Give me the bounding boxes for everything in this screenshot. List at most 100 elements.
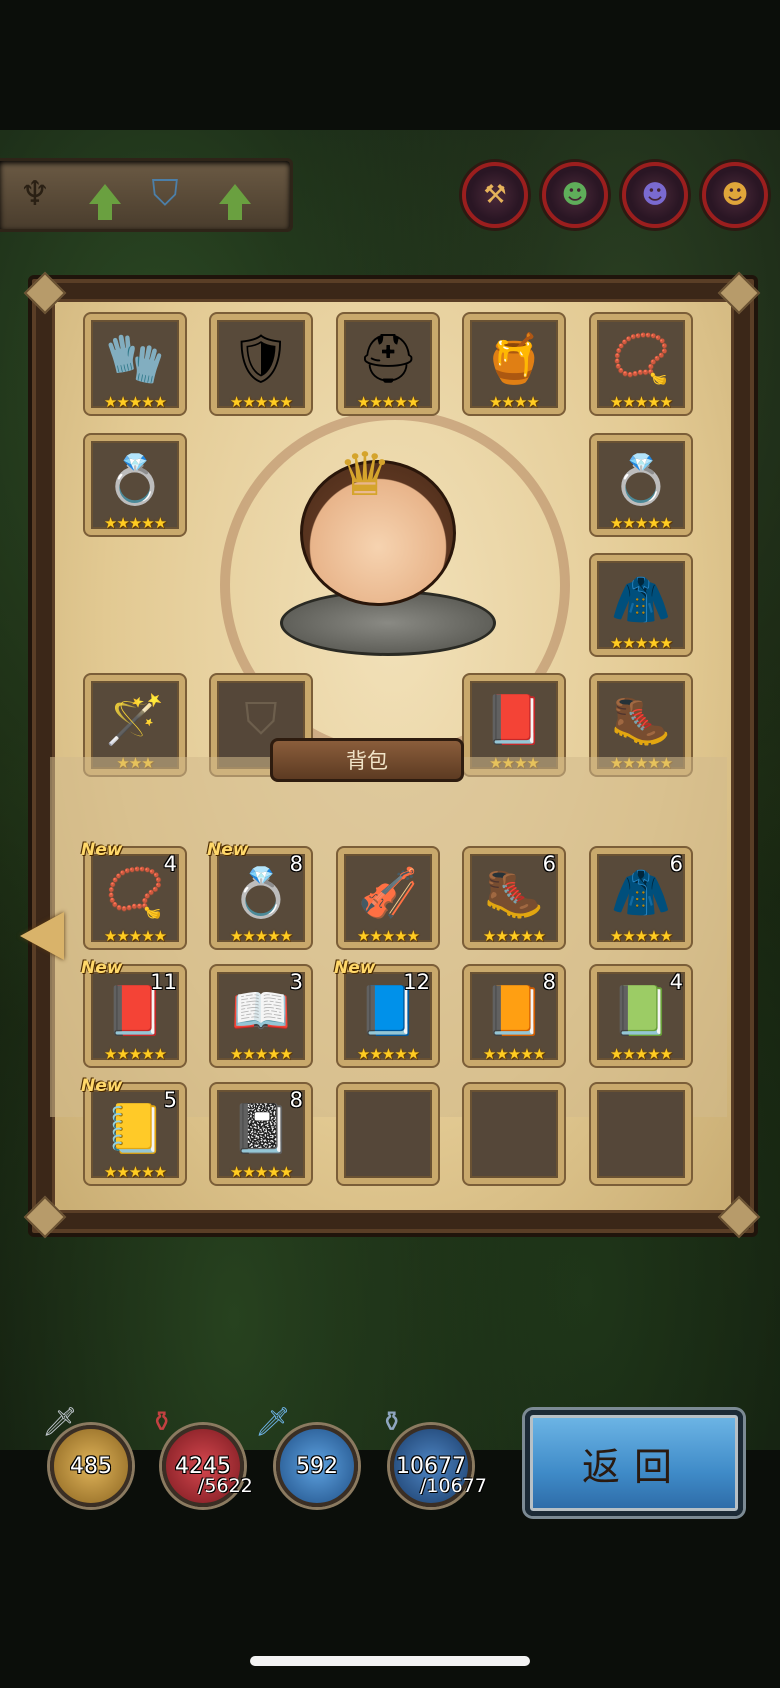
- item-count: 5: [163, 1088, 177, 1112]
- tree-stand-icon[interactable]: ♆: [10, 169, 60, 219]
- empty-shield-icon: ⛉: [244, 694, 278, 745]
- mana-counter: 592: [276, 1425, 358, 1507]
- star-rating: ★★★★★: [103, 393, 167, 411]
- new-badge: New: [81, 1076, 123, 1096]
- gold-counter: 485: [50, 1425, 132, 1507]
- hero-character[interactable]: ♛: [260, 420, 510, 690]
- companion-icon: ☻: [721, 180, 749, 210]
- armor-icon: 🛡: [230, 331, 292, 387]
- backpack-empty-slot[interactable]: [338, 1084, 438, 1184]
- backpack-item[interactable]: 8 📓 ★★★★★: [211, 1084, 311, 1184]
- crown-icon: ♛: [338, 440, 392, 510]
- backpack-item[interactable]: 🎻 ★★★★★: [338, 848, 438, 948]
- new-badge: New: [334, 958, 376, 978]
- item-count: 8: [289, 1088, 303, 1112]
- wind-book-icon: 📗: [611, 983, 671, 1039]
- return-button[interactable]: 返回: [525, 1410, 743, 1516]
- backpack-item[interactable]: New 11 📕 ★★★★★: [81, 958, 185, 1066]
- backpack-item[interactable]: 6 🧥 ★★★★★: [591, 848, 691, 948]
- upgrade-arrow-icon: [80, 169, 130, 220]
- fire-book-icon: 📙: [484, 983, 544, 1039]
- pet-button[interactable]: ☻: [542, 162, 608, 228]
- star-rating: ★★★★★: [609, 514, 673, 532]
- backpack-tab[interactable]: 背包: [270, 738, 464, 782]
- star-rating: ★★★★★: [229, 927, 293, 945]
- item-count: 11: [150, 970, 177, 994]
- monster-button[interactable]: ☻: [622, 162, 688, 228]
- backpack-item[interactable]: 6 🥾 ★★★★★: [464, 848, 564, 948]
- amulet-icon: 📿: [105, 865, 165, 921]
- star-rating: ★★★★★: [609, 1045, 673, 1063]
- item-count: 8: [542, 970, 556, 994]
- home-indicator[interactable]: [250, 1656, 530, 1666]
- star-rating: ★★★★★: [229, 1045, 293, 1063]
- bracelet-icon: 💍: [105, 452, 165, 508]
- hammer-icon: ⚒: [483, 180, 507, 210]
- item-count: 6: [542, 852, 556, 876]
- backpack-item[interactable]: New 4 📿 ★★★★★: [81, 840, 185, 948]
- scepter-icon: 🪄: [105, 692, 165, 748]
- boots-icon: 🥾: [611, 692, 671, 748]
- light-book-icon: 📒: [105, 1101, 165, 1157]
- item-count: 12: [403, 970, 430, 994]
- mana-sword-icon: 🗡: [255, 1405, 291, 1438]
- hp-max: /5622: [198, 1475, 253, 1497]
- ice-book-icon: 📘: [358, 983, 418, 1039]
- star-rating: ★★★★★: [103, 927, 167, 945]
- item-count: 8: [289, 852, 303, 876]
- backpack-empty-slot[interactable]: [591, 1084, 691, 1184]
- item-count: 6: [669, 852, 683, 876]
- star-rating: ★★★★★: [609, 634, 673, 652]
- harp-icon: 🎻: [358, 865, 418, 921]
- star-rating: ★★★★★: [103, 1045, 167, 1063]
- cloak-icon: 🧥: [611, 865, 671, 921]
- backpack-item[interactable]: New 12 📘 ★★★★★: [334, 958, 438, 1066]
- star-rating: ★★★★★: [356, 1045, 420, 1063]
- star-rating: ★★★★★: [609, 927, 673, 945]
- skull-book-icon: 📓: [231, 1101, 291, 1157]
- item-count: 4: [163, 852, 177, 876]
- shield-icon[interactable]: ⛉: [140, 169, 190, 219]
- equip-slot-cloak[interactable]: 🧥 ★★★★★: [591, 555, 691, 655]
- backpack-item[interactable]: New 8 💍 ★★★★★: [207, 840, 311, 948]
- companion-button[interactable]: ☻: [702, 162, 768, 228]
- star-rating: ★★★★★: [229, 1163, 293, 1181]
- book-icon: 📕: [484, 692, 544, 748]
- equip-slot-bracelet[interactable]: 💍 ★★★★★: [85, 435, 185, 535]
- star-rating: ★★★★★: [356, 393, 420, 411]
- helmet-icon: ⛑: [357, 331, 419, 387]
- gold-value: 485: [70, 1453, 112, 1479]
- star-rating: ★★★★★: [482, 1045, 546, 1063]
- equip-slot-helmet[interactable]: ⛑ ★★★★★: [338, 314, 438, 414]
- tome-icon: 📕: [105, 983, 165, 1039]
- ring-icon: 💍: [611, 452, 671, 508]
- equip-slot-cauldron[interactable]: 🍯 ★★★★: [464, 314, 564, 414]
- equip-slot-gauntlet[interactable]: 🧤 ★★★★★: [85, 314, 185, 414]
- cauldron-icon: 🍯: [484, 331, 544, 387]
- flask-icon: ⚱: [380, 1405, 404, 1438]
- star-rating: ★★★★★: [103, 1163, 167, 1181]
- skill-hammer-button[interactable]: ⚒: [462, 162, 528, 228]
- amulet-icon: 📿: [611, 331, 671, 387]
- exp-max: /10677: [420, 1475, 487, 1497]
- gauntlet-icon: 🧤: [105, 331, 165, 387]
- backpack-item[interactable]: 3 📖 ★★★★★: [211, 966, 311, 1066]
- equip-slot-amulet[interactable]: 📿 ★★★★★: [591, 314, 691, 414]
- backpack-item[interactable]: 4 📗 ★★★★★: [591, 966, 691, 1066]
- equip-slot-armor[interactable]: 🛡 ★★★★★: [211, 314, 311, 414]
- upgrade-arrow-icon: [210, 169, 260, 220]
- backpack-empty-slot[interactable]: [464, 1084, 564, 1184]
- star-rating: ★★★★★: [229, 393, 293, 411]
- earth-book-icon: 📖: [231, 983, 291, 1039]
- star-rating: ★★★★★: [609, 393, 673, 411]
- new-badge: New: [81, 958, 123, 978]
- star-rating: ★★★★: [489, 393, 540, 411]
- left-arrow-icon[interactable]: [20, 912, 64, 960]
- star-rating: ★★★★★: [103, 514, 167, 532]
- ring-icon: 💍: [231, 865, 291, 921]
- mana-value: 592: [296, 1453, 338, 1479]
- new-badge: New: [207, 840, 249, 860]
- equip-slot-ring[interactable]: 💍 ★★★★★: [591, 435, 691, 535]
- backpack-item[interactable]: 8 📙 ★★★★★: [464, 966, 564, 1066]
- backpack-item[interactable]: New 5 📒 ★★★★★: [81, 1076, 185, 1184]
